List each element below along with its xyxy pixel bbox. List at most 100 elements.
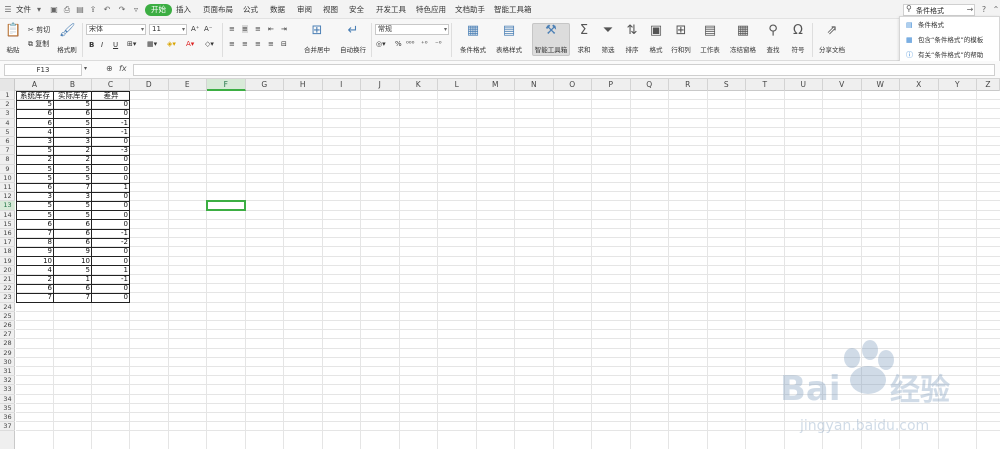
row-header[interactable]: 26 xyxy=(0,321,15,331)
row-header[interactable]: 9 xyxy=(0,165,15,174)
column-header-w[interactable]: W xyxy=(862,79,900,91)
column-header-m[interactable]: M xyxy=(477,79,515,91)
worksheet-button[interactable]: ▤ 工作表 xyxy=(697,24,723,55)
column-header-n[interactable]: N xyxy=(515,79,554,91)
row-header[interactable]: 8 xyxy=(0,155,15,165)
share-doc-button[interactable]: ⇗ 分享文档 xyxy=(816,24,848,55)
border-icon[interactable]: ⊞▾ xyxy=(127,40,136,48)
column-header-a[interactable]: A xyxy=(16,79,54,91)
tab-formula[interactable]: 公式 xyxy=(243,4,258,16)
row-header[interactable]: 5 xyxy=(0,128,15,137)
tab-insert[interactable]: 插入 xyxy=(176,4,191,16)
row-header[interactable]: 20 xyxy=(0,266,15,275)
increase-font-icon[interactable]: A⁺ xyxy=(191,25,199,33)
column-header-p[interactable]: P xyxy=(592,79,631,91)
format-painter-button[interactable]: 🖌 格式刷 xyxy=(55,24,79,55)
tab-smart-toolbox[interactable]: 智能工具箱 xyxy=(494,4,532,16)
column-header-q[interactable]: Q xyxy=(631,79,669,91)
align-center-icon[interactable]: ≡ xyxy=(242,40,248,48)
indent-icon[interactable]: ⇤ xyxy=(268,25,274,33)
column-header-j[interactable]: J xyxy=(361,79,400,91)
row-header[interactable]: 30 xyxy=(0,358,15,367)
tab-doc-assistant[interactable]: 文档助手 xyxy=(455,4,485,16)
row-header[interactable]: 23 xyxy=(0,293,15,303)
copy-button[interactable]: ⧉ 复制 xyxy=(28,39,49,49)
tab-features[interactable]: 特色应用 xyxy=(416,4,446,16)
font-size-select[interactable]: 11 ▾ xyxy=(149,24,187,35)
find-button[interactable]: ⚲ 查找 xyxy=(762,24,784,55)
save-icon[interactable]: ▣ xyxy=(48,4,60,16)
redo-icon[interactable]: ↷ xyxy=(116,4,128,16)
conditional-format-button[interactable]: ▦ 条件格式 xyxy=(455,24,491,55)
tab-review[interactable]: 审阅 xyxy=(297,4,312,16)
fill-color-icon[interactable]: ◈▾ xyxy=(167,40,176,48)
sort-button[interactable]: ⇅ 排序 xyxy=(621,24,643,55)
row-header[interactable]: 32 xyxy=(0,376,15,386)
suggestion-item[interactable]: ▦ 包含“条件格式”的模板 xyxy=(900,33,1000,47)
suggestion-item[interactable]: ▤ 条件格式 xyxy=(900,18,1000,32)
column-header-x[interactable]: X xyxy=(900,79,939,91)
column-header-z[interactable]: Z xyxy=(977,79,1000,91)
tab-data[interactable]: 数据 xyxy=(270,4,285,16)
align-left-icon[interactable]: ≡ xyxy=(229,40,235,48)
currency-icon[interactable]: ◎▾ xyxy=(376,40,386,48)
row-header[interactable]: 13 xyxy=(0,201,15,211)
column-header-v[interactable]: V xyxy=(823,79,862,91)
align-right-icon[interactable]: ≡ xyxy=(255,40,261,48)
row-header[interactable]: 10 xyxy=(0,174,15,183)
selected-cell[interactable] xyxy=(206,200,246,211)
column-header-t[interactable]: T xyxy=(746,79,785,91)
column-header-k[interactable]: K xyxy=(400,79,438,91)
select-all-corner[interactable] xyxy=(0,79,15,91)
cell-style-icon[interactable]: ▦▾ xyxy=(147,40,157,48)
merge-center-button[interactable]: ⊞ 合并居中 xyxy=(300,24,334,55)
row-header[interactable]: 16 xyxy=(0,229,15,239)
row-header[interactable]: 19 xyxy=(0,257,15,266)
align-top-icon[interactable]: ≡ xyxy=(229,25,235,33)
table-style-button[interactable]: ▤ 表格样式 xyxy=(491,24,527,55)
column-header-i[interactable]: I xyxy=(323,79,361,91)
suggestion-item[interactable]: ⓘ 有关“条件格式”的帮助 xyxy=(900,48,1000,62)
smart-toolbox-button[interactable]: ⚒ 智能工具箱 xyxy=(532,23,570,56)
row-header[interactable]: 34 xyxy=(0,395,15,404)
formula-input[interactable] xyxy=(133,64,995,76)
row-header[interactable]: 27 xyxy=(0,330,15,340)
percent-icon[interactable]: % xyxy=(395,40,402,48)
outdent-icon[interactable]: ⇥ xyxy=(281,25,287,33)
help-icon[interactable]: ? xyxy=(978,4,990,16)
column-header-h[interactable]: H xyxy=(284,79,323,91)
row-header[interactable]: 29 xyxy=(0,349,15,358)
row-header[interactable]: 12 xyxy=(0,192,15,202)
symbol-button[interactable]: Ω 符号 xyxy=(787,24,809,55)
row-header[interactable]: 18 xyxy=(0,247,15,257)
wrap-text-button[interactable]: ↵ 自动换行 xyxy=(336,24,370,55)
row-header[interactable]: 22 xyxy=(0,284,15,294)
print-icon[interactable]: ⎙ xyxy=(61,4,73,16)
row-header[interactable]: 6 xyxy=(0,137,15,147)
chevron-down-icon[interactable]: ▾ xyxy=(84,65,87,72)
format-button[interactable]: ▣ 格式 xyxy=(645,24,667,55)
row-header[interactable]: 1 xyxy=(0,91,15,101)
arrow-right-icon[interactable]: → xyxy=(964,4,976,16)
tab-page-layout[interactable]: 页面布局 xyxy=(203,4,233,16)
column-header-o[interactable]: O xyxy=(554,79,592,91)
column-header-l[interactable]: L xyxy=(438,79,477,91)
column-header-r[interactable]: R xyxy=(669,79,708,91)
row-header[interactable]: 7 xyxy=(0,146,15,156)
align-bottom-icon[interactable]: ≡ xyxy=(255,25,261,33)
tab-view[interactable]: 视图 xyxy=(323,4,338,16)
expand-icon[interactable]: ⌃ xyxy=(990,4,1000,16)
search-input[interactable]: 条件格式 xyxy=(916,6,944,16)
row-header[interactable]: 3 xyxy=(0,109,15,119)
row-header[interactable]: 2 xyxy=(0,100,15,110)
decrease-decimal-icon[interactable]: ⁻⁰ xyxy=(435,40,442,48)
row-header[interactable]: 28 xyxy=(0,339,15,349)
column-header-d[interactable]: D xyxy=(130,79,169,91)
column-header-u[interactable]: U xyxy=(785,79,823,91)
filter-button[interactable]: ⏷ 筛选 xyxy=(597,24,619,55)
align-middle-icon[interactable]: ≡ xyxy=(242,25,248,33)
row-header[interactable]: 24 xyxy=(0,303,15,312)
column-header-b[interactable]: B xyxy=(54,79,92,91)
preview-icon[interactable]: ▤ xyxy=(74,4,86,16)
justify-icon[interactable]: ≡ xyxy=(268,40,274,48)
